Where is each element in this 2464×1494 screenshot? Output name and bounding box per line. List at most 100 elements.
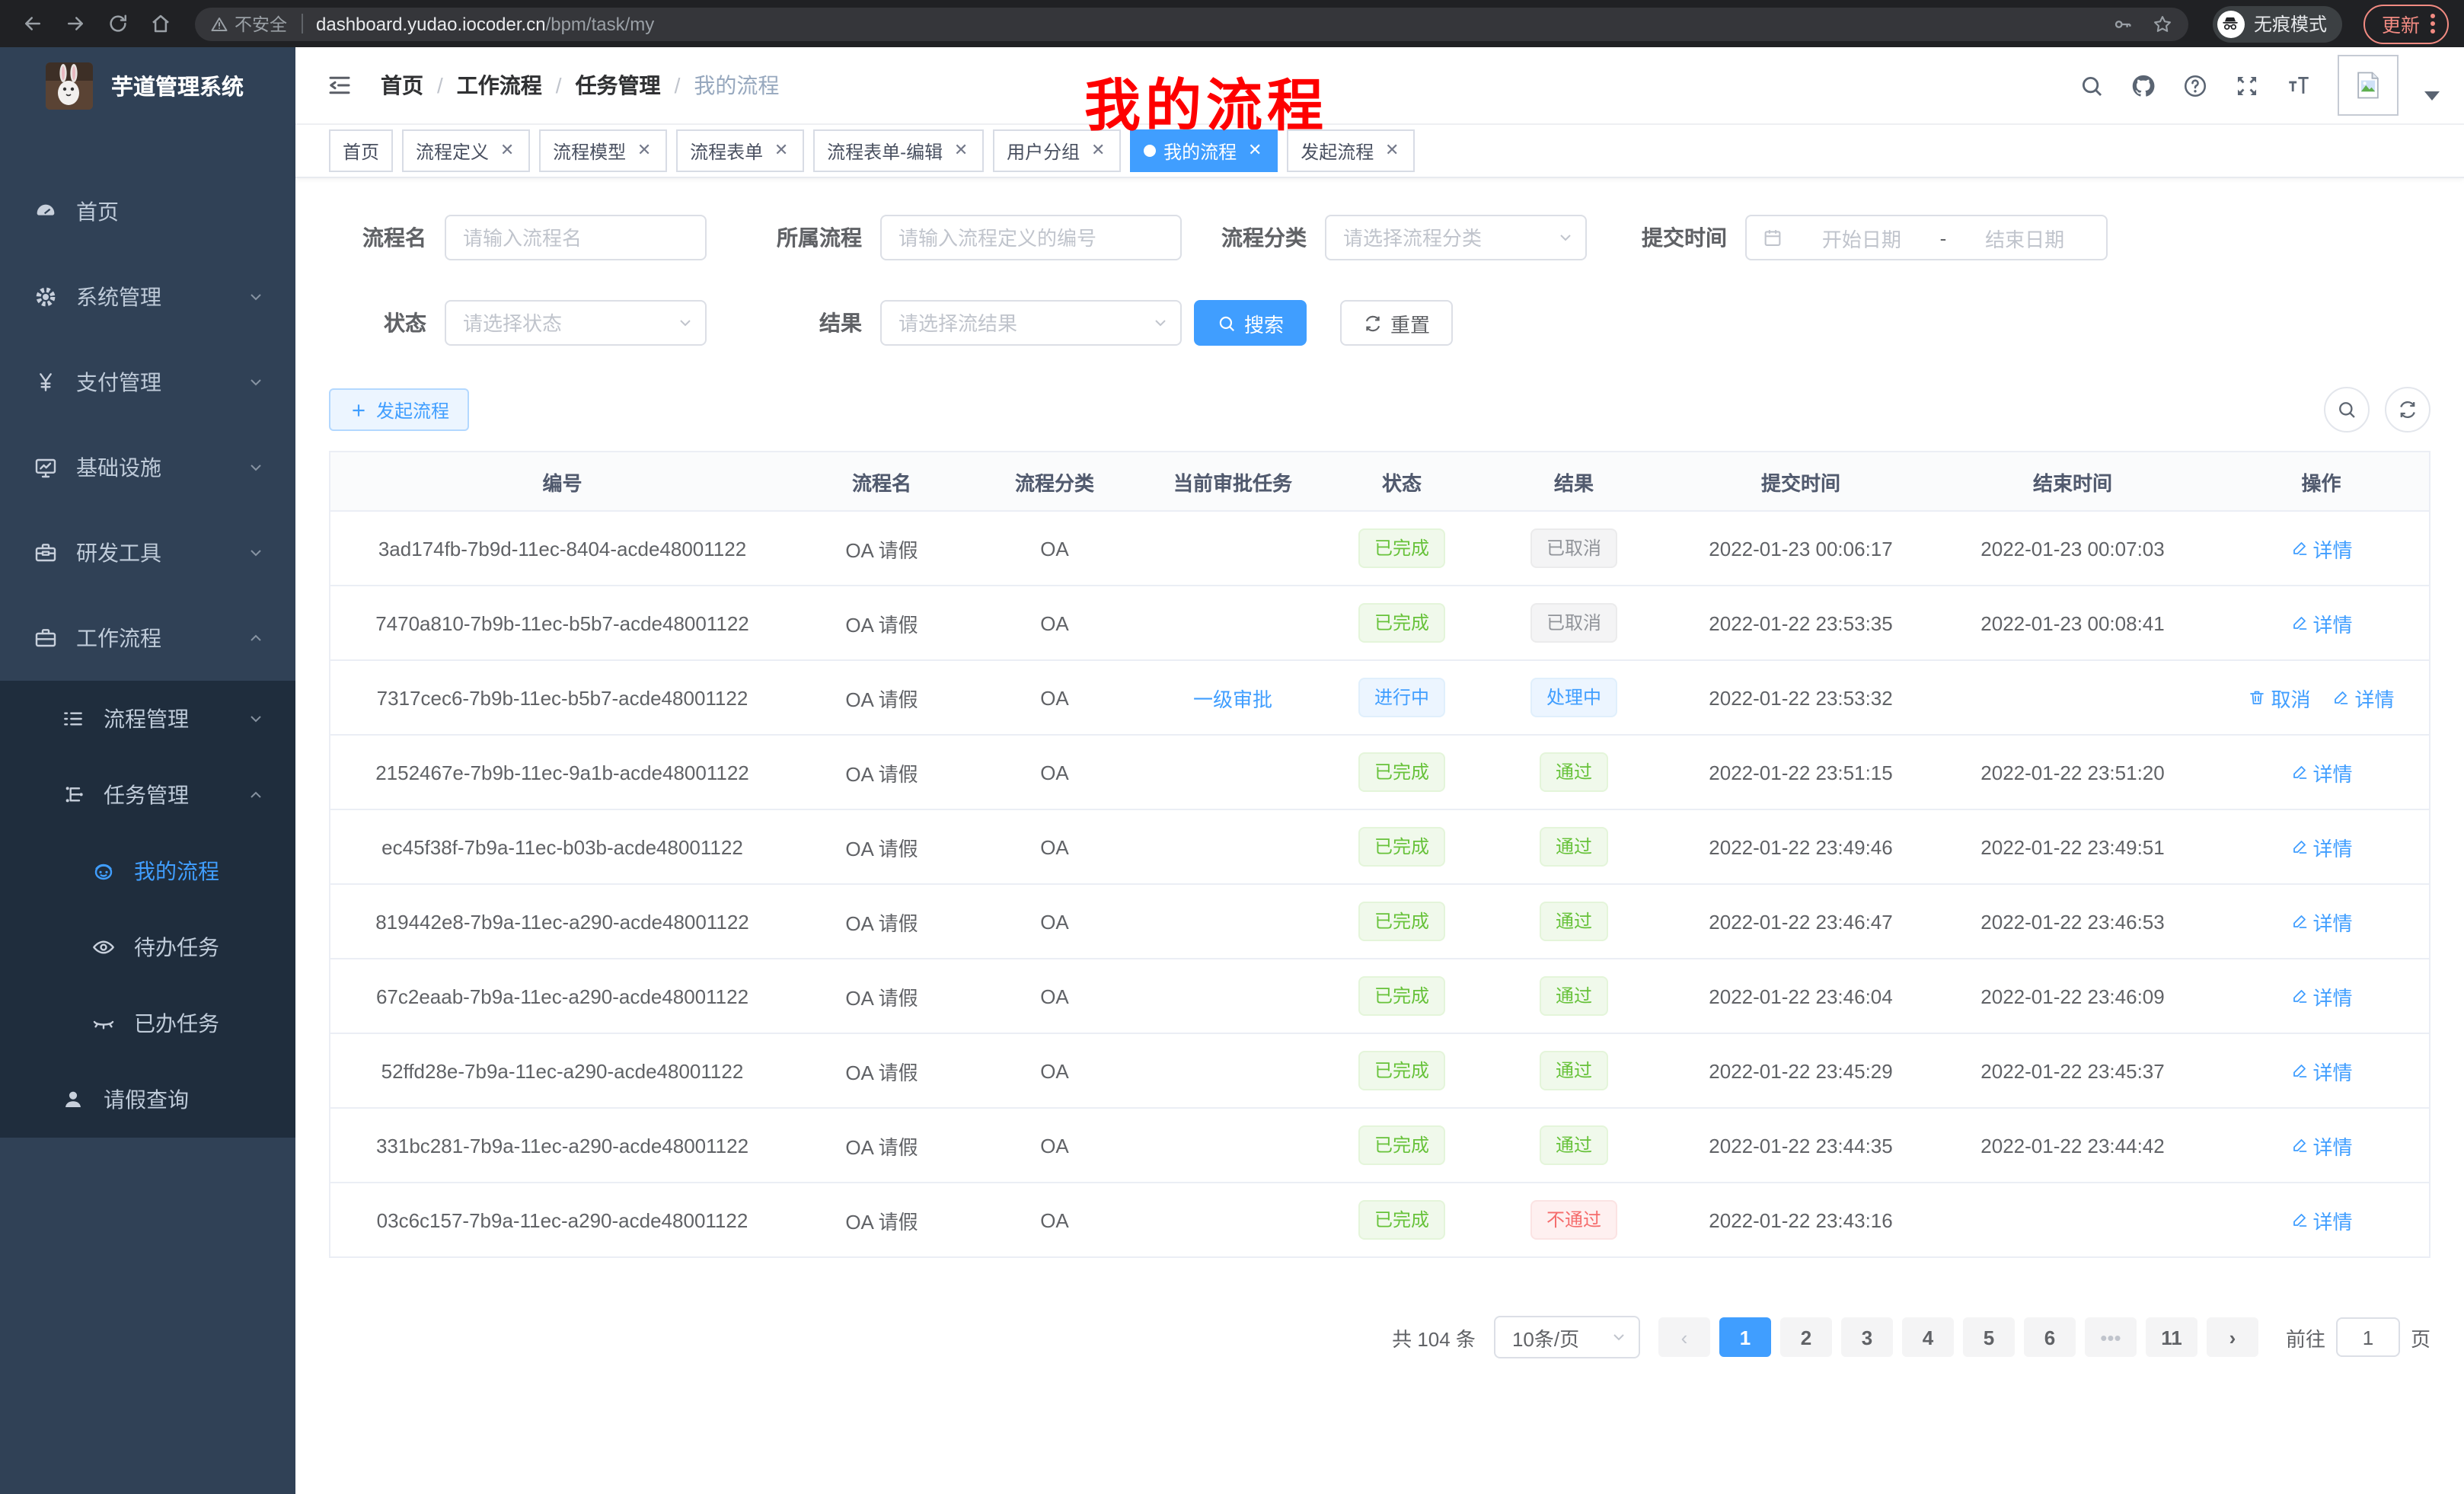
edit-icon [2290, 1211, 2308, 1229]
page-button-3[interactable]: 3 [1841, 1317, 1893, 1357]
detail-link[interactable]: 详情 [2290, 534, 2352, 563]
cell-id: 52ffd28e-7b9a-11ec-a290-acde48001122 [330, 1033, 794, 1108]
browser-forward-icon[interactable] [58, 7, 91, 40]
browser-back-icon[interactable] [15, 7, 49, 40]
sidebar-collapse-icon[interactable] [326, 72, 353, 99]
page-button-5[interactable]: 5 [1963, 1317, 2015, 1357]
cell-name: OA 请假 [794, 586, 969, 660]
detail-link[interactable]: 详情 [2290, 758, 2352, 787]
close-tab-icon[interactable]: ✕ [635, 142, 653, 160]
end-date-placeholder[interactable]: 结束日期 [1958, 223, 2091, 252]
tab-发起流程[interactable]: 发起流程✕ [1287, 129, 1415, 172]
page-button-1[interactable]: 1 [1719, 1317, 1771, 1357]
sidebar-item-task-mgmt[interactable]: 任务管理 [0, 757, 295, 833]
github-icon[interactable] [2130, 72, 2156, 98]
avatar[interactable] [2338, 55, 2399, 116]
sidebar-item-payment[interactable]: 支付管理 [0, 340, 295, 425]
security-label[interactable]: 不安全 [235, 11, 287, 36]
page-content: 流程名 所属流程 流程分类 提交时间 开始日期 - 结束日期 [295, 215, 2464, 1404]
prev-page-button[interactable]: ‹ [1658, 1317, 1710, 1357]
cell-id: 7317cec6-7b9b-11ec-b5b7-acde48001122 [330, 660, 794, 735]
address-bar[interactable]: 不安全 dashboard.yudao.iocoder.cn/bpm/task/… [195, 7, 2188, 40]
tab-流程模型[interactable]: 流程模型✕ [539, 129, 667, 172]
sidebar-item-devtools[interactable]: 研发工具 [0, 510, 295, 595]
browser-update-button[interactable]: 更新 [2363, 4, 2449, 43]
cell-category: OA [969, 586, 1140, 660]
start-date-placeholder[interactable]: 开始日期 [1795, 223, 1928, 252]
detail-link[interactable]: 详情 [2290, 1205, 2352, 1234]
process-name-input[interactable] [445, 215, 707, 260]
column-header: 编号 [330, 452, 794, 511]
detail-link[interactable]: 详情 [2290, 832, 2352, 861]
edit-icon [2290, 1061, 2308, 1080]
sidebar-item-workflow[interactable]: 工作流程 [0, 595, 295, 681]
tab-流程表单[interactable]: 流程表单✕ [676, 129, 804, 172]
bookmark-star-icon[interactable] [2152, 13, 2173, 34]
more-pages-button[interactable]: ••• [2085, 1317, 2137, 1357]
main-area: 我的流程 首页/工作流程/任务管理/我的流程 首页流程定义✕流程模型✕流程表单✕… [295, 47, 2464, 1494]
browser-reload-icon[interactable] [101, 7, 134, 40]
tab-首页[interactable]: 首页 [329, 129, 393, 172]
sidebar-item-home[interactable]: 首页 [0, 169, 295, 254]
start-process-button[interactable]: 发起流程 [329, 388, 469, 431]
tab-流程定义[interactable]: 流程定义✕ [402, 129, 530, 172]
detail-link[interactable]: 详情 [2290, 982, 2352, 1010]
breadcrumb-item[interactable]: 首页 [381, 70, 423, 101]
status-badge: 处理中 [1531, 678, 1617, 717]
page-button-4[interactable]: 4 [1902, 1317, 1954, 1357]
sidebar-item-infra[interactable]: 基础设施 [0, 425, 295, 510]
font-size-icon[interactable] [2286, 72, 2312, 98]
process-def-input[interactable] [880, 215, 1182, 260]
page-button-2[interactable]: 2 [1780, 1317, 1832, 1357]
breadcrumb-item[interactable]: 任务管理 [576, 70, 661, 101]
close-tab-icon[interactable]: ✕ [772, 142, 790, 160]
result-select[interactable] [880, 300, 1182, 346]
tab-流程表单-编辑[interactable]: 流程表单-编辑✕ [813, 129, 984, 172]
toggle-search-button[interactable] [2324, 387, 2370, 433]
cancel-link[interactable]: 取消 [2248, 683, 2310, 712]
refresh-table-button[interactable] [2385, 387, 2430, 433]
page-button-11[interactable]: 11 [2146, 1317, 2197, 1357]
sidebar-item-leave-query[interactable]: 请假查询 [0, 1061, 295, 1138]
detail-link[interactable]: 详情 [2332, 683, 2395, 712]
detail-link[interactable]: 详情 [2290, 608, 2352, 637]
submit-time-range[interactable]: 开始日期 - 结束日期 [1745, 215, 2108, 260]
sidebar-item-done-task[interactable]: 已办任务 [0, 985, 295, 1061]
fullscreen-icon[interactable] [2234, 72, 2260, 98]
close-tab-icon[interactable]: ✕ [1089, 142, 1107, 160]
close-tab-icon[interactable]: ✕ [498, 142, 516, 160]
detail-link[interactable]: 详情 [2290, 1131, 2352, 1160]
page-size-select[interactable] [1494, 1316, 1640, 1358]
browser-menu-icon[interactable] [2430, 14, 2435, 34]
sidebar-item-todo-task[interactable]: 待办任务 [0, 909, 295, 985]
detail-link[interactable]: 详情 [2290, 1056, 2352, 1085]
search-icon[interactable] [2079, 72, 2105, 98]
sidebar-item-system[interactable]: 系统管理 [0, 254, 295, 340]
help-icon[interactable] [2182, 72, 2208, 98]
next-page-button[interactable]: › [2207, 1317, 2258, 1357]
sidebar-item-my-process[interactable]: 我的流程 [0, 833, 295, 909]
password-key-icon[interactable] [2112, 13, 2134, 34]
page-button-6[interactable]: 6 [2024, 1317, 2076, 1357]
task-link[interactable]: 一级审批 [1193, 683, 1272, 712]
close-tab-icon[interactable]: ✕ [1383, 142, 1401, 160]
close-tab-icon[interactable]: ✕ [952, 142, 970, 160]
close-tab-icon[interactable]: ✕ [1246, 142, 1264, 160]
tab-用户分组[interactable]: 用户分组✕ [993, 129, 1121, 172]
browser-home-icon[interactable] [143, 7, 177, 40]
sidebar-item-process-mgmt[interactable]: 流程管理 [0, 681, 295, 757]
cell-result: 通过 [1478, 884, 1670, 959]
goto-page-input[interactable] [2336, 1317, 2400, 1357]
avatar-dropdown-icon[interactable] [2424, 91, 2440, 101]
cell-status: 已完成 [1326, 959, 1478, 1033]
search-button[interactable]: 搜索 [1194, 300, 1307, 346]
detail-link[interactable]: 详情 [2290, 907, 2352, 936]
url-text[interactable]: dashboard.yudao.iocoder.cn/bpm/task/my [316, 13, 2100, 34]
reset-button[interactable]: 重置 [1340, 300, 1453, 346]
status-select[interactable] [445, 300, 707, 346]
category-select[interactable] [1325, 215, 1587, 260]
cell-end-time: 2022-01-22 23:46:53 [1932, 884, 2213, 959]
breadcrumb-item[interactable]: 工作流程 [457, 70, 542, 101]
logo-row[interactable]: 芋道管理系统 [0, 47, 295, 123]
tab-我的流程[interactable]: 我的流程✕ [1130, 129, 1278, 172]
